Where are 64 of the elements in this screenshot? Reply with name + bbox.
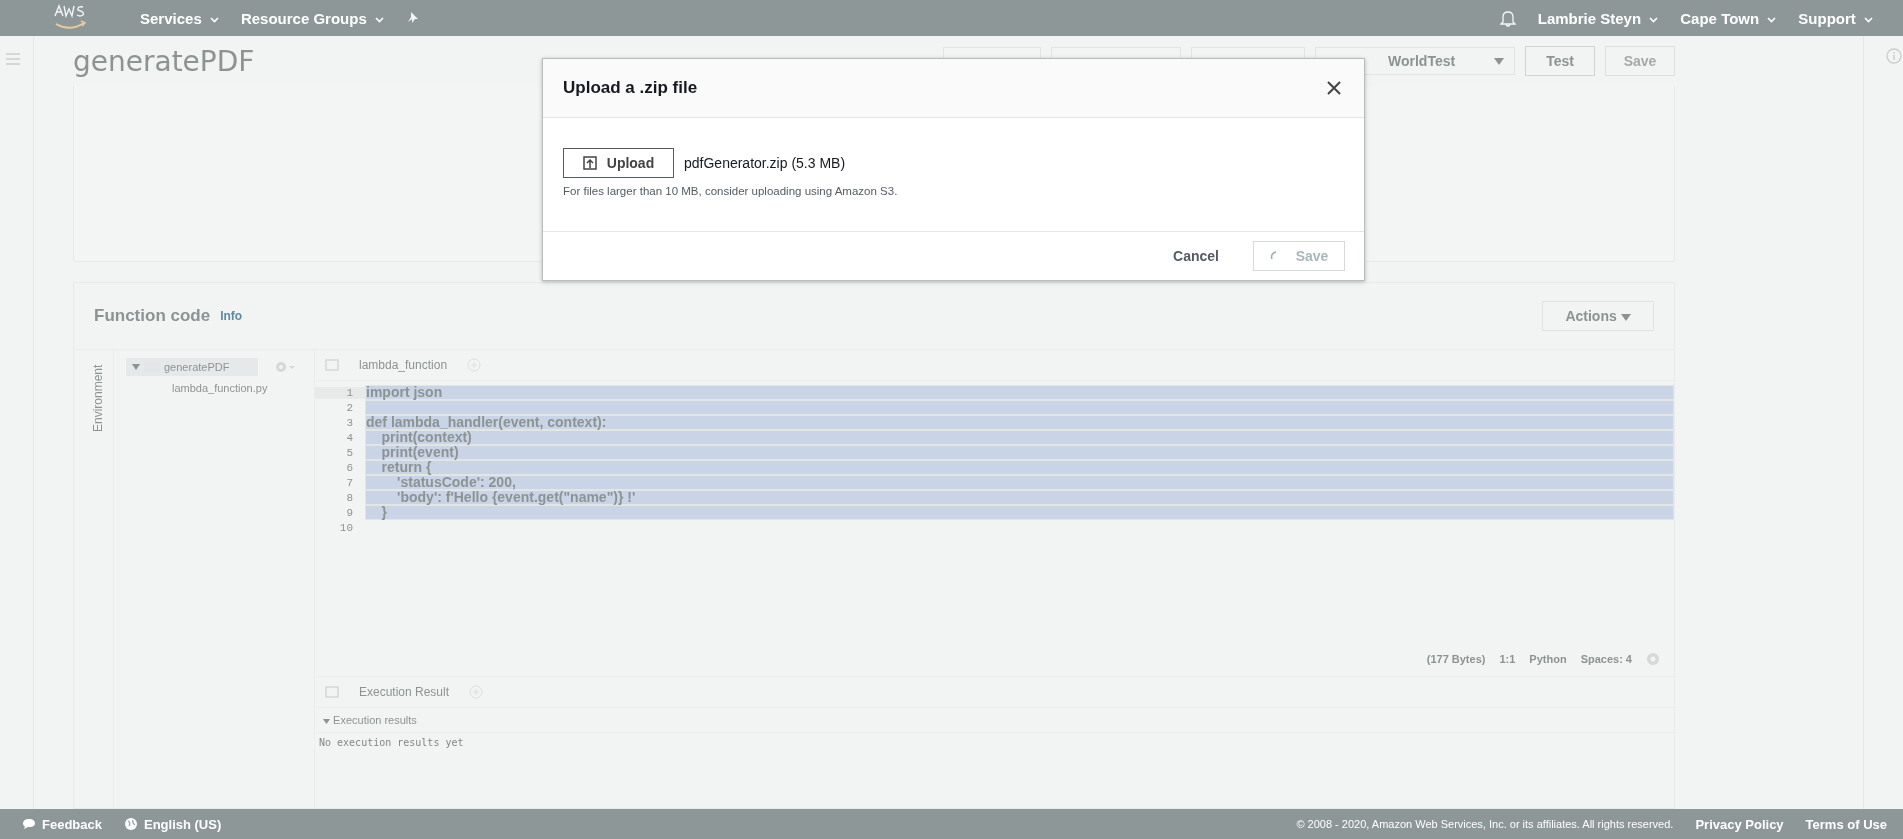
- terms-link[interactable]: Terms of Use: [1805, 816, 1887, 832]
- line-number: 5: [345, 446, 354, 459]
- line-number: 9: [345, 506, 354, 519]
- caret-icon: [1494, 57, 1504, 65]
- caret-icon: [1767, 16, 1777, 23]
- status-text: (177 Bytes): [1426, 653, 1486, 665]
- line-number: 3: [345, 416, 354, 429]
- settings-icon[interactable]: [1646, 652, 1660, 666]
- cancel-button[interactable]: Cancel: [1167, 247, 1225, 265]
- pin-icon[interactable]: [405, 11, 420, 25]
- caret-icon: [323, 719, 330, 724]
- bell-icon[interactable]: [1499, 9, 1516, 27]
- line-number: 4: [345, 431, 354, 444]
- caret-icon: [1649, 16, 1659, 23]
- actions-dropdown[interactable]: Actions: [1542, 301, 1654, 331]
- user-menu[interactable]: Lambrie Steyn: [1537, 9, 1659, 27]
- globe-icon: [124, 817, 138, 831]
- close-icon[interactable]: [1326, 80, 1342, 96]
- dialog-title: Upload a .zip file: [563, 78, 698, 98]
- chat-icon: [22, 818, 36, 830]
- info-link[interactable]: Info: [220, 309, 243, 323]
- line-number: 8: [345, 491, 354, 504]
- folder-item[interactable]: generatePDF: [126, 358, 258, 376]
- language-link[interactable]: English (US): [124, 816, 222, 832]
- caret-icon[interactable]: [132, 364, 140, 370]
- panel-title: Function code: [94, 306, 211, 326]
- caret-icon: [209, 16, 219, 23]
- status-text: Python: [1529, 653, 1567, 665]
- function-title: generatePDF: [73, 44, 255, 78]
- save-button[interactable]: Save: [1605, 46, 1675, 76]
- panel-icon[interactable]: [325, 359, 339, 371]
- line-number: 2: [345, 401, 354, 414]
- line-number: 10: [338, 521, 354, 534]
- results-heading[interactable]: Execution results: [315, 708, 1674, 733]
- resource-groups-menu[interactable]: Resource Groups: [240, 9, 384, 27]
- upload-icon: [582, 156, 597, 170]
- menu-icon[interactable]: [6, 53, 20, 65]
- caret-icon: [374, 16, 384, 23]
- line-number: 6: [345, 461, 354, 474]
- file-name: pdfGenerator.zip (5.3 MB): [684, 155, 846, 171]
- environment-tab[interactable]: Environment: [91, 360, 105, 432]
- result-tab[interactable]: Execution Result: [359, 685, 450, 699]
- region-menu[interactable]: Cape Town: [1680, 9, 1777, 27]
- status-text: 1:1: [1499, 653, 1516, 665]
- caret-icon: [1620, 314, 1631, 321]
- privacy-link[interactable]: Privacy Policy: [1695, 816, 1784, 832]
- test-button[interactable]: Test: [1525, 46, 1595, 76]
- panel-icon[interactable]: [325, 686, 339, 698]
- save-button[interactable]: Save: [1253, 241, 1345, 271]
- status-text: Spaces: 4: [1580, 653, 1632, 665]
- file-tab[interactable]: lambda_function: [359, 358, 448, 372]
- support-menu[interactable]: Support: [1798, 9, 1873, 27]
- file-item[interactable]: lambda_function.py: [172, 382, 314, 394]
- copyright-text: © 2008 - 2020, Amazon Web Services, Inc. or its affiliates. All rights reserved.: [1296, 818, 1674, 830]
- services-menu[interactable]: Services: [140, 9, 219, 27]
- results-text: No execution results yet: [318, 736, 465, 750]
- caret-icon: [1864, 16, 1873, 23]
- feedback-link[interactable]: Feedback: [22, 816, 102, 832]
- size-hint: For files larger than 10 MB, consider uploading using Amazon S3.: [563, 185, 899, 197]
- line-number: 1: [315, 386, 365, 399]
- upload-button[interactable]: Upload: [563, 148, 674, 178]
- settings-icon[interactable]: [274, 360, 296, 374]
- info-icon[interactable]: [1886, 48, 1902, 64]
- line-number: 7: [345, 476, 354, 489]
